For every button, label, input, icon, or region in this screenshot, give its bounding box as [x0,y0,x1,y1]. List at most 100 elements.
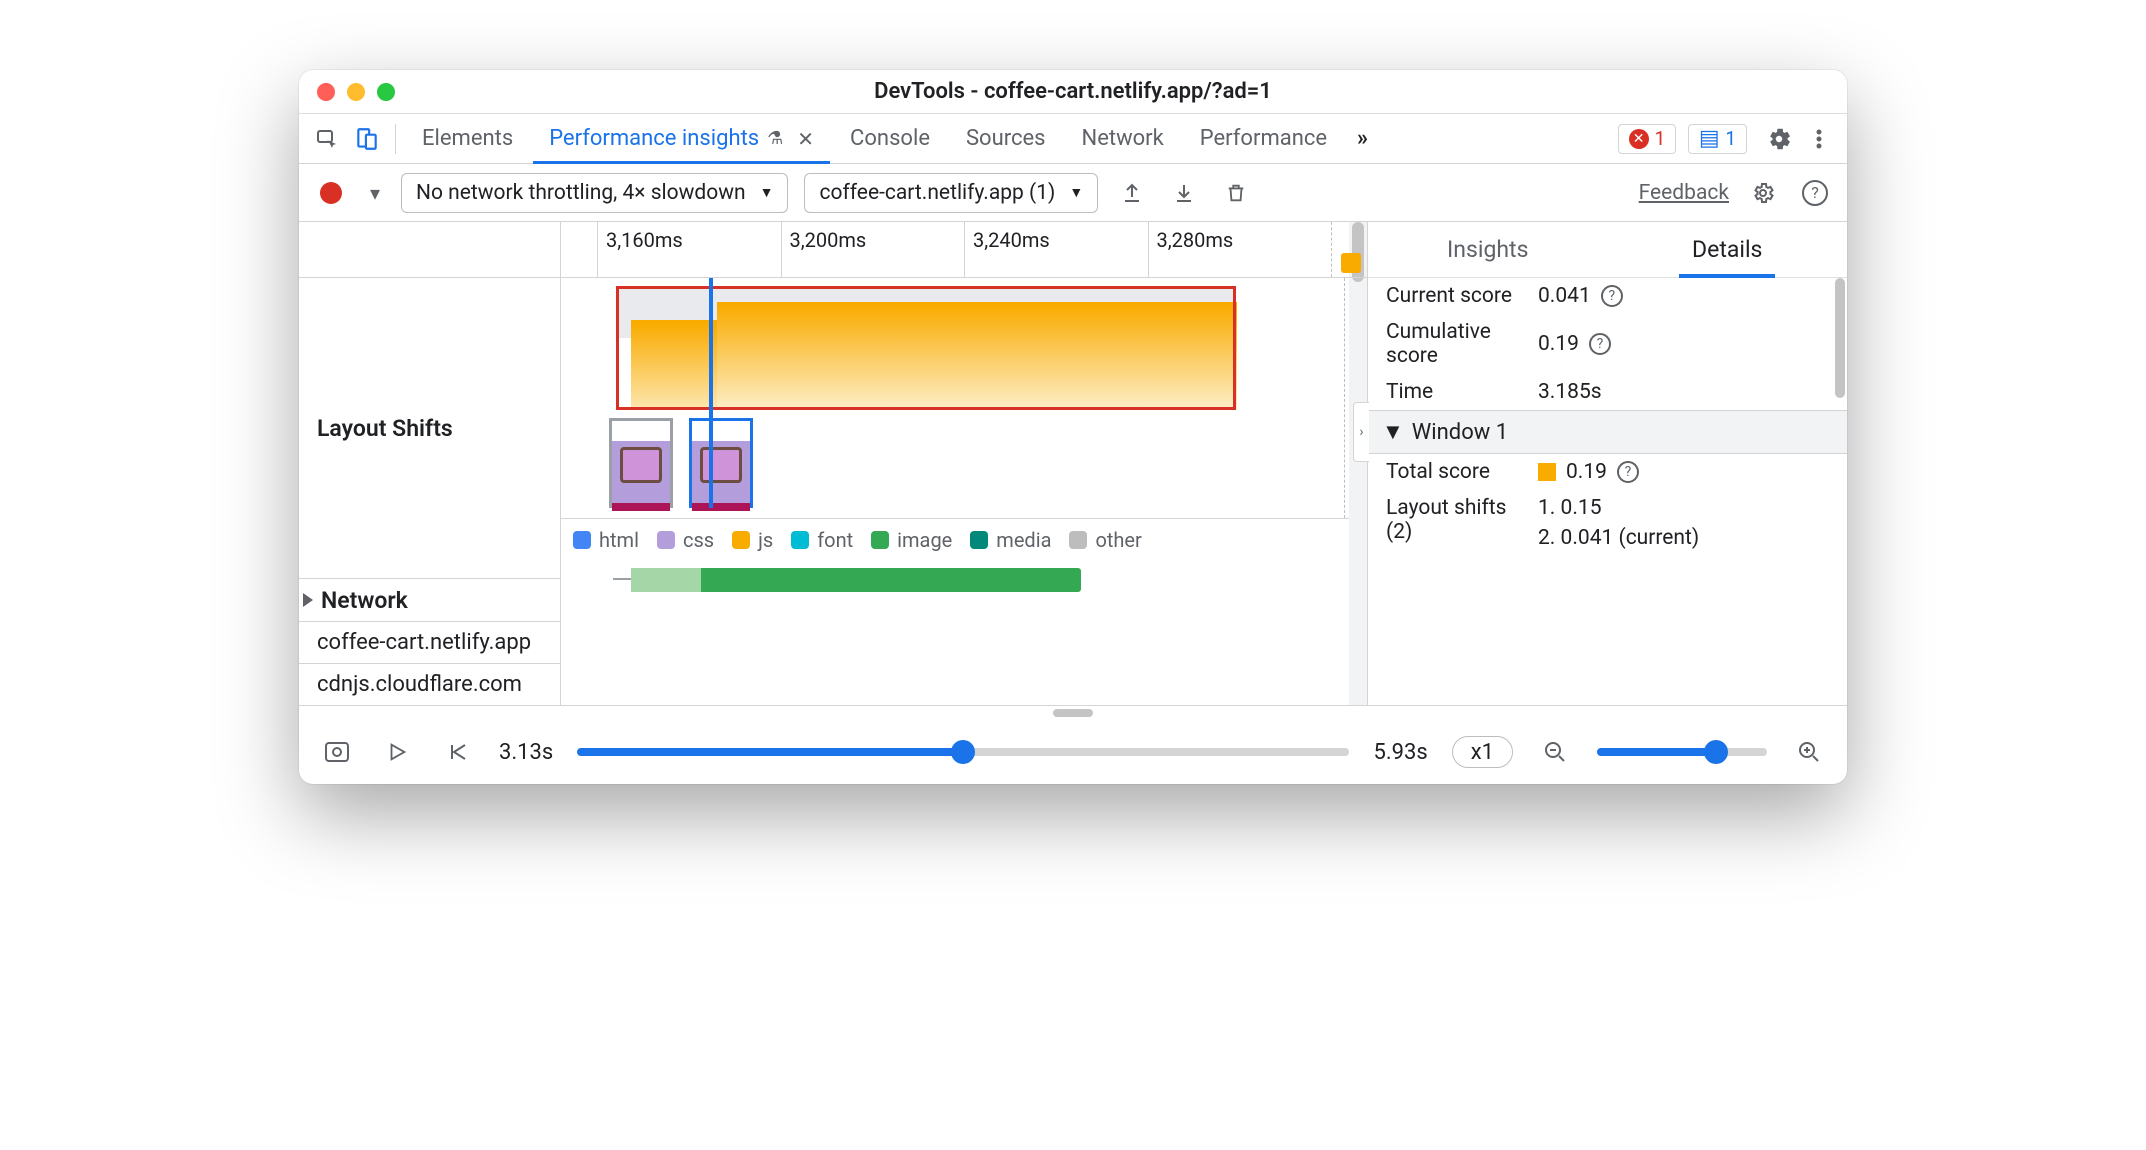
network-waterfall[interactable] [561,560,1367,640]
legend-swatch-other [1069,531,1087,549]
window-title: DevTools - coffee-cart.netlify.app/?ad=1 [874,79,1272,104]
experiment-icon: ⚗ [767,128,783,149]
kv-total-score: Total score 0.19? [1368,454,1847,490]
tab-console[interactable]: Console [834,114,946,163]
divider [395,124,396,154]
device-toggle-icon[interactable] [349,121,385,157]
kv-key: Current score [1386,284,1526,308]
record-menu-caret[interactable]: ▾ [365,175,385,211]
legend-label: image [897,528,952,552]
layout-shift-track[interactable] [561,278,1367,518]
visibility-icon[interactable] [319,734,355,770]
ruler-tick: 3,160ms [597,222,781,277]
inspect-element-icon[interactable] [309,121,345,157]
window-controls [317,83,395,101]
kv-value: 0.19 [1538,332,1579,356]
more-tabs-icon[interactable]: » [1357,126,1368,151]
legend-swatch-js [732,531,750,549]
help-icon[interactable]: ? [1617,461,1639,483]
help-icon[interactable]: ? [1797,175,1833,211]
tab-sources[interactable]: Sources [950,114,1062,163]
import-icon[interactable] [1166,175,1202,211]
chevron-right-icon [303,593,313,607]
window-section-header[interactable]: ▼ Window 1 [1368,410,1847,454]
legend-swatch-font [791,531,809,549]
kebab-menu-icon[interactable] [1801,121,1837,157]
zoom-slider[interactable] [1597,748,1767,756]
marker-flag-icon[interactable] [1341,253,1361,273]
details-panel: › Insights Details Current score 0.041? … [1367,222,1847,705]
minimize-window-button[interactable] [347,83,365,101]
error-count-badge[interactable]: ✕ 1 [1618,124,1677,154]
delete-icon[interactable] [1218,175,1254,211]
layout-shifts-label: Layout Shifts [299,278,560,579]
horizontal-scroll-puck[interactable] [299,706,1847,720]
tab-performance-insights[interactable]: Performance insights ⚗ ✕ [533,114,830,163]
kv-cumulative-score: Cumulative score 0.19? [1368,314,1847,374]
error-icon: ✕ [1629,129,1649,149]
screenshot-thumbnail[interactable] [609,418,673,508]
session-value: coffee-cart.netlify.app (1) [819,181,1055,205]
time-ruler[interactable]: 3,160ms 3,200ms 3,240ms 3,280ms [561,222,1367,278]
close-tab-icon[interactable]: ✕ [797,127,814,151]
kv-current-score: Current score 0.041? [1368,278,1847,314]
settings-icon[interactable] [1761,121,1797,157]
tab-elements[interactable]: Elements [406,114,529,163]
message-icon: ▤ [1699,129,1719,149]
zoom-out-icon[interactable] [1537,734,1573,770]
help-icon[interactable]: ? [1589,333,1611,355]
rewind-button[interactable] [439,734,475,770]
zoom-in-icon[interactable] [1791,734,1827,770]
session-dropdown[interactable]: coffee-cart.netlify.app (1) ▼ [804,173,1098,213]
section-title: Window 1 [1412,420,1508,445]
close-window-button[interactable] [317,83,335,101]
tab-performance[interactable]: Performance [1184,114,1343,163]
playhead[interactable] [709,278,713,508]
legend-label: js [758,528,773,552]
tab-details[interactable]: Details [1608,222,1848,277]
legend-swatch-css [657,531,675,549]
ruler-tick: 3,200ms [781,222,965,277]
network-host-row[interactable]: coffee-cart.netlify.app [299,621,560,663]
request-bar-download[interactable] [701,568,1081,592]
tab-insights[interactable]: Insights [1368,222,1608,277]
insights-toolbar: ▾ No network throttling, 4× slowdown ▼ c… [299,164,1847,222]
legend-swatch-media [970,531,988,549]
chevron-down-icon: ▼ [1382,419,1404,445]
network-host-row[interactable]: cdnjs.cloudflare.com [299,663,560,705]
message-count-badge[interactable]: ▤ 1 [1688,124,1747,154]
playback-speed-button[interactable]: x1 [1452,736,1513,768]
maximize-window-button[interactable] [377,83,395,101]
titlebar: DevTools - coffee-cart.netlify.app/?ad=1 [299,70,1847,114]
tab-network[interactable]: Network [1066,114,1180,163]
request-bar-queue[interactable] [631,568,701,592]
ruler-tick: 3,280ms [1148,222,1332,277]
play-button[interactable] [379,734,415,770]
panel-tabs: Elements Performance insights ⚗ ✕ Consol… [299,114,1847,164]
kv-key: Time [1386,380,1526,404]
kv-value: 0.19 [1566,460,1607,484]
panel-settings-icon[interactable] [1745,175,1781,211]
timeline-area[interactable]: 3,160ms 3,200ms 3,240ms 3,280ms [561,222,1367,705]
help-icon[interactable]: ? [1601,285,1623,307]
layout-shift-item[interactable]: 2. 0.041 (current) [1538,526,1699,550]
legend-label: css [683,528,714,552]
chevron-down-icon: ▼ [760,184,774,201]
panel-expand-handle[interactable]: › [1353,402,1369,462]
export-icon[interactable] [1114,175,1150,211]
legend-swatch-image [871,531,889,549]
playhead-slider[interactable] [577,748,1349,756]
playhead-start-time: 3.13s [499,740,553,765]
network-section-toggle[interactable]: Network [299,579,560,621]
feedback-link[interactable]: Feedback [1639,181,1729,205]
throttling-dropdown[interactable]: No network throttling, 4× slowdown ▼ [401,173,788,213]
kv-key: Layout shifts (2) [1386,496,1526,544]
details-tabs: Insights Details [1368,222,1847,278]
error-count: 1 [1655,127,1666,150]
main-area: Layout Shifts Network coffee-cart.netlif… [299,222,1847,706]
cls-event[interactable] [717,302,1237,410]
layout-shift-item[interactable]: 1. 0.15 [1538,496,1602,520]
record-button[interactable] [313,175,349,211]
details-scrollbar[interactable] [1835,278,1845,398]
screenshot-thumbnail[interactable] [689,418,753,508]
